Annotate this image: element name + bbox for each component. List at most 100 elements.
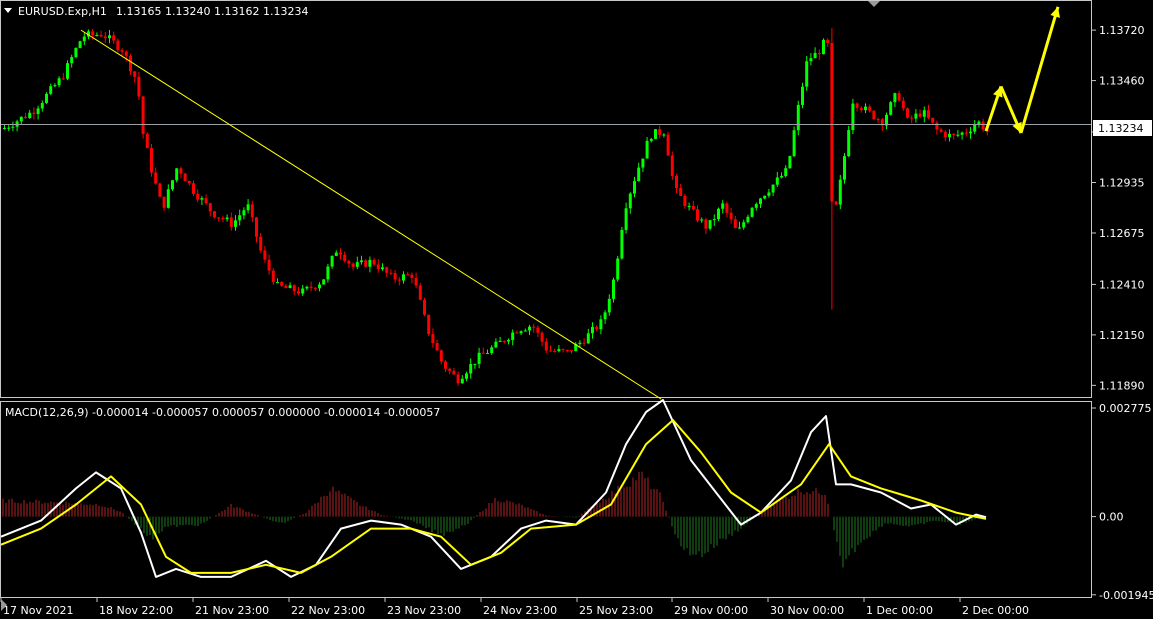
candle-bull bbox=[200, 198, 204, 200]
candle-bull bbox=[586, 333, 590, 344]
candle-bull bbox=[74, 48, 78, 58]
candle-bull bbox=[784, 168, 788, 177]
candle-bull bbox=[775, 177, 779, 185]
candle-bear bbox=[910, 117, 914, 119]
candle-bear bbox=[855, 103, 859, 108]
time-axis: 17 Nov 2021 18 Nov 22:00 21 Nov 23:00 22 No… bbox=[0, 597, 1029, 617]
candle-bull bbox=[792, 130, 796, 157]
candle-bull bbox=[53, 85, 57, 87]
candle-bear bbox=[221, 217, 225, 220]
candle-bull bbox=[754, 204, 758, 208]
time-tick-label: 1 Dec 00:00 bbox=[866, 604, 933, 617]
candle-bear bbox=[901, 100, 905, 109]
candle-bear bbox=[124, 51, 128, 56]
candle-bull bbox=[956, 134, 960, 136]
candle-bear bbox=[120, 50, 124, 52]
candle-bull bbox=[40, 102, 44, 109]
candle-bear bbox=[872, 110, 876, 120]
candle-bull bbox=[326, 266, 330, 280]
candle-bull bbox=[330, 255, 334, 267]
candle-bear bbox=[826, 39, 830, 43]
candle-bear bbox=[565, 349, 569, 351]
candle-bull bbox=[948, 133, 951, 138]
candle-bear bbox=[372, 259, 376, 265]
candle-bear bbox=[431, 334, 435, 343]
candle-bear bbox=[935, 122, 939, 130]
candle-bull bbox=[465, 373, 468, 379]
candle-bear bbox=[553, 351, 557, 353]
candle-bull bbox=[402, 274, 405, 281]
candle-bear bbox=[183, 173, 187, 181]
candle-bear bbox=[255, 217, 258, 237]
candle-bear bbox=[532, 326, 536, 328]
candle-bear bbox=[339, 252, 342, 255]
candle-bear bbox=[271, 270, 275, 283]
candle-bull bbox=[607, 298, 611, 313]
candle-bull bbox=[66, 63, 69, 79]
candle-bull bbox=[288, 285, 292, 289]
candle-bear bbox=[868, 106, 872, 111]
candle-bull bbox=[108, 35, 111, 39]
candle-bull bbox=[301, 288, 305, 294]
candle-bull bbox=[78, 41, 82, 49]
trading-chart[interactable]: 1.137201.134601.131951.129351.126751.124… bbox=[0, 0, 1153, 619]
candle-bear bbox=[570, 350, 573, 352]
candle-bull bbox=[238, 215, 242, 221]
candle-bear bbox=[536, 327, 540, 333]
candle-bear bbox=[696, 209, 699, 221]
candle-bear bbox=[284, 285, 288, 289]
candle-bear bbox=[389, 272, 393, 274]
candle-bear bbox=[129, 55, 132, 72]
candle-bear bbox=[906, 108, 909, 118]
candle-bull bbox=[649, 138, 653, 141]
candle-bull bbox=[355, 262, 359, 267]
candle-bull bbox=[864, 106, 867, 111]
candle-bull bbox=[246, 204, 250, 211]
price-tick-label: 1.13460 bbox=[1099, 75, 1145, 88]
candle-bear bbox=[939, 129, 943, 132]
candle-bear bbox=[540, 332, 544, 342]
candle-bull bbox=[166, 189, 170, 208]
candle-bull bbox=[473, 363, 477, 365]
candle-bear bbox=[515, 332, 519, 334]
macd-pane-frame bbox=[0, 401, 1092, 598]
candle-bear bbox=[91, 31, 95, 35]
candle-bull bbox=[234, 220, 237, 227]
candle-bull bbox=[322, 279, 326, 285]
candle-bull bbox=[486, 353, 489, 355]
price-tick-label: 1.12410 bbox=[1099, 278, 1145, 291]
candle-bull bbox=[750, 207, 754, 217]
candle-bull bbox=[914, 113, 918, 119]
candle-bull bbox=[805, 61, 809, 87]
candle-bear bbox=[179, 168, 183, 174]
time-tick-label: 29 Nov 00:00 bbox=[674, 604, 748, 617]
candle-bull bbox=[591, 326, 594, 334]
candle-bull bbox=[616, 258, 620, 280]
symbol-label: EURUSD.Exp,H1 bbox=[18, 5, 107, 18]
candle-bear bbox=[595, 326, 599, 330]
candle-bear bbox=[481, 352, 485, 354]
time-tick-label: 30 Nov 00:00 bbox=[770, 604, 844, 617]
candle-bear bbox=[217, 217, 221, 219]
candle-bear bbox=[187, 180, 191, 184]
candle-bull bbox=[687, 205, 691, 207]
candle-bull bbox=[225, 217, 229, 220]
candle-bear bbox=[897, 93, 901, 101]
candle-bull bbox=[11, 126, 15, 128]
candle-bull bbox=[796, 104, 800, 131]
time-tick-label: 17 Nov 2021 bbox=[3, 604, 73, 617]
candle-bear bbox=[393, 273, 397, 280]
candle-bear bbox=[397, 279, 401, 281]
candle-bull bbox=[628, 193, 632, 209]
candle-bear bbox=[213, 211, 216, 218]
candle-bear bbox=[927, 110, 930, 118]
candle-bull bbox=[171, 180, 174, 190]
candle-bear bbox=[444, 361, 447, 369]
candle-bull bbox=[969, 131, 972, 134]
candle-bear bbox=[544, 341, 548, 351]
candle-bear bbox=[733, 219, 737, 229]
candle-bear bbox=[347, 260, 351, 264]
candle-bear bbox=[931, 117, 935, 123]
macd-tick-label: 0.00 bbox=[1099, 511, 1124, 524]
candle-bull bbox=[771, 184, 775, 193]
